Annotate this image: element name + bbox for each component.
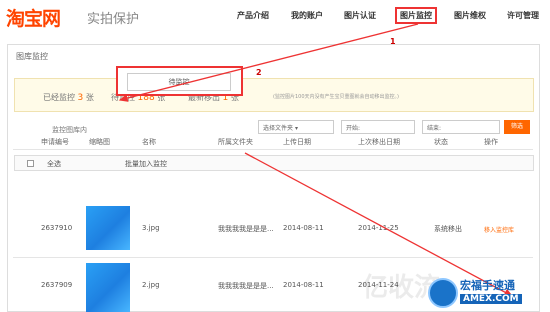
step-2-label: 2 [256,68,262,77]
step-1-label: 1 [390,37,396,46]
watermark-line2: AMEX.COM [460,294,522,304]
arrow-step1 [118,23,419,102]
watermark-line1: 宏福手速通 [460,279,515,292]
site-watermark: 宏福手速通 AMEX.COM [428,276,546,310]
annotation-arrows [118,23,514,297]
globe-icon [428,278,458,308]
